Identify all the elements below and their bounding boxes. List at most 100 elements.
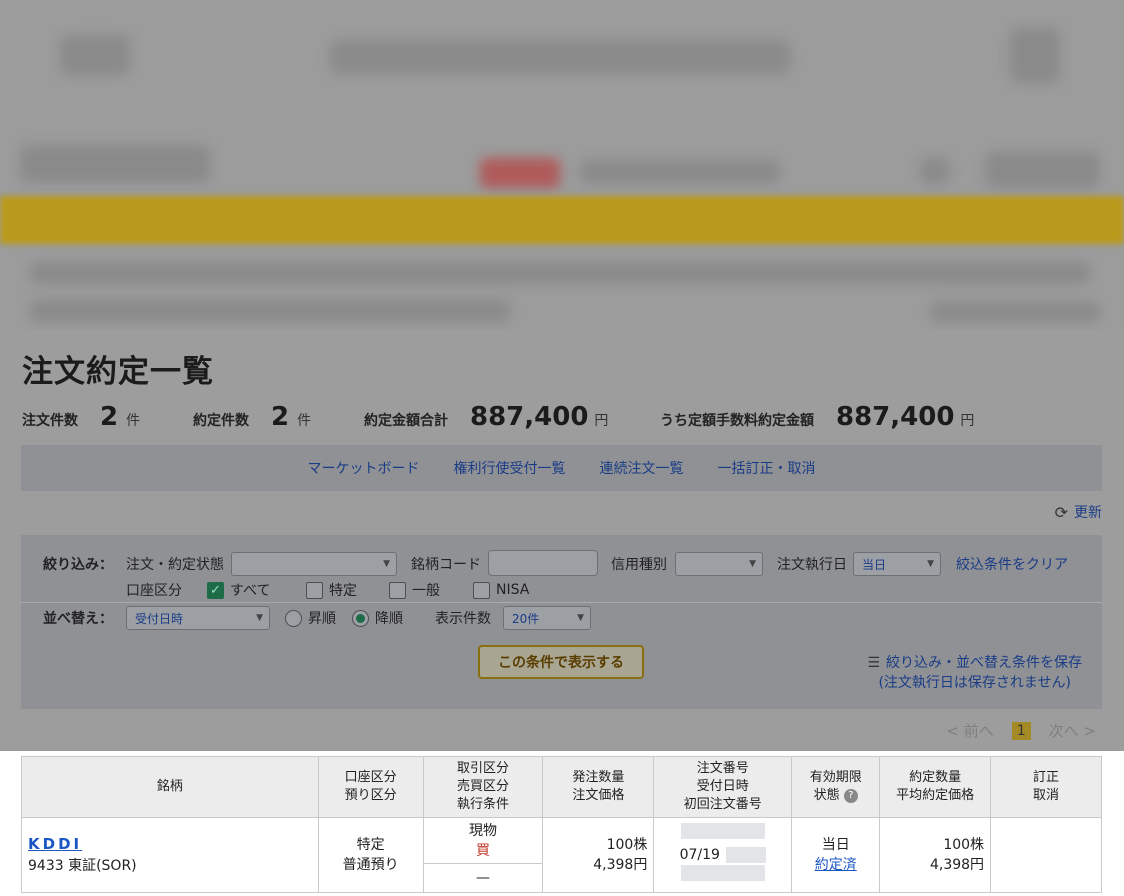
header-trade: 取引区分 売買区分 執行条件 (422, 756, 544, 818)
header-qty: 発注数量 注文価格 (542, 756, 655, 818)
exec-date-select[interactable]: 当日 (853, 552, 941, 576)
header-order-no: 注文番号 受付日時 初回注文番号 (653, 756, 793, 818)
radio-circle (352, 609, 369, 627)
cell-account: 特定 普通預り (317, 817, 424, 893)
refresh-label: 更新 (1074, 505, 1102, 521)
site-header-blurred (0, 0, 1124, 330)
deposit-type: 普通預り (342, 857, 399, 873)
asc-label: 昇順 (308, 611, 336, 627)
help-icon[interactable]: ? (843, 788, 858, 803)
order-count-label: 注文件数 (22, 413, 78, 429)
order-qty: 100株 (606, 837, 648, 853)
total-label: 約定金額合計 (364, 413, 448, 429)
code-label: 銘柄コード (411, 557, 481, 573)
exec-condition: — (475, 870, 490, 886)
account-tokutei-label: 特定 (329, 583, 357, 599)
prev-page-link[interactable]: < 前へ (946, 720, 993, 741)
brand-code: 9433 東証(SOR) (28, 858, 137, 874)
exec-price: 4,398円 (929, 857, 985, 873)
account-all-checkbox[interactable]: ✓ すべて (207, 580, 270, 600)
account-ippan-label: 一般 (412, 583, 440, 599)
clear-filter-link[interactable]: 絞込条件をクリア (956, 554, 1068, 574)
cell-trade: 現物 買 — (422, 817, 544, 893)
cell-edit (990, 817, 1102, 893)
save-filter-note: (注文執行日は保存されません) (878, 675, 1071, 691)
refresh-icon: ⟳ (1054, 502, 1068, 522)
status-link[interactable]: 約定済 (792, 855, 879, 875)
expiry-value: 当日 (821, 837, 850, 853)
cell-order-no: 07/19 (653, 817, 793, 893)
total-unit: 円 (594, 413, 609, 429)
sort-label: 並べ替え： (43, 611, 113, 627)
exec-count: 2 (271, 402, 290, 432)
desc-radio[interactable]: 降順 (352, 608, 403, 628)
brand-link[interactable]: KDDI (28, 835, 318, 853)
apply-filter-button[interactable]: この条件で表示する (478, 645, 644, 679)
exec-date-label: 注文執行日 (777, 557, 847, 573)
received-date: 07/19 (679, 847, 720, 863)
narrow-label: 絞り込み： (43, 557, 113, 573)
code-input[interactable] (488, 550, 598, 576)
total-amount: 887,400 (470, 402, 589, 432)
header-expiry: 有効期限 状態 ? (791, 756, 881, 818)
trade-type: 現物 (468, 822, 497, 839)
credit-select[interactable] (675, 552, 763, 576)
save-filter-link[interactable]: ☰ 絞り込み・並べ替え条件を保存 (注文執行日は保存されません) (867, 653, 1082, 693)
exec-count-unit: 件 (297, 413, 312, 429)
save-filter-label: 絞り込み・並べ替え条件を保存 (886, 655, 1082, 671)
refresh-button[interactable]: ⟳ 更新 (1055, 502, 1102, 522)
sort-select[interactable]: 受付日時 (126, 606, 270, 630)
table-row: KDDI 9433 東証(SOR) 特定 普通預り 現物 買 — 100株 4,… (21, 817, 1102, 893)
status-select[interactable] (231, 552, 397, 576)
status-label: 注文・約定状態 (126, 557, 224, 573)
fixed-fee-label: うち定額手数料約定金額 (660, 413, 814, 429)
nav-continuous-list[interactable]: 連続注文一覧 (600, 458, 684, 478)
account-nisa-label: NISA (496, 582, 530, 598)
count-label: 表示件数 (435, 611, 491, 627)
table-header-row: 銘柄 口座区分 預り区分 取引区分 売買区分 執行条件 発注数量 注文価格 注文番号 受付… (21, 756, 1102, 818)
fixed-fee-amount: 887,400 (836, 402, 955, 432)
checkbox-box (389, 581, 406, 599)
order-count-unit: 件 (126, 413, 141, 429)
filter-panel: 絞り込み： 注文・約定状態 銘柄コード 信用種別 注文執行日 当日 絞込条件をク… (21, 535, 1102, 709)
exec-qty: 100株 (943, 837, 985, 853)
nav-market-board[interactable]: マーケットボード (308, 458, 420, 478)
header-edit: 訂正 取消 (990, 756, 1102, 818)
pagination: < 前へ 1 次へ > (946, 720, 1096, 741)
credit-label: 信用種別 (611, 557, 667, 573)
masked-received-time (725, 847, 766, 863)
masked-first-order-no (680, 865, 765, 881)
account-type: 特定 (356, 837, 385, 853)
order-count: 2 (100, 402, 119, 432)
cell-qty: 100株 4,398円 (542, 817, 655, 893)
nav-rights-list[interactable]: 権利行使受付一覧 (454, 458, 566, 478)
header-account: 口座区分 預り区分 (317, 756, 424, 818)
filter-divider (21, 602, 1102, 603)
count-select[interactable]: 20件 (503, 606, 591, 630)
cell-expiry: 当日 約定済 (791, 817, 881, 893)
account-ippan-checkbox[interactable]: 一般 (389, 580, 440, 600)
header-exec: 約定数量 平均約定価格 (879, 756, 992, 818)
cell-exec: 100株 4,398円 (879, 817, 992, 893)
order-price: 4,398円 (593, 857, 648, 873)
fixed-fee-unit: 円 (960, 413, 975, 429)
nav-bulk-edit[interactable]: 一括訂正・取消 (718, 458, 816, 478)
account-tokutei-checkbox[interactable]: 特定 (306, 580, 357, 600)
sub-nav: マーケットボード 権利行使受付一覧 連続注文一覧 一括訂正・取消 (21, 445, 1102, 491)
check-icon: ✓ (207, 581, 224, 599)
account-nisa-checkbox[interactable]: NISA (473, 581, 530, 599)
order-table: 銘柄 口座区分 預り区分 取引区分 売買区分 執行条件 発注数量 注文価格 注文番号 受付… (21, 756, 1102, 893)
side-type: 買 (475, 842, 490, 859)
order-summary: 注文件数 2 件 約定件数 2 件 約定金額合計 887,400 円 うち定額手… (22, 402, 1102, 438)
current-page: 1 (1011, 721, 1031, 740)
checkbox-box (306, 581, 323, 599)
desc-label: 降順 (375, 611, 403, 627)
account-all-label: すべて (230, 583, 271, 599)
next-page-link[interactable]: 次へ > (1049, 720, 1096, 741)
account-label: 口座区分 (126, 583, 182, 599)
radio-circle (285, 609, 302, 627)
exec-count-label: 約定件数 (193, 413, 249, 429)
page-title: 注文約定一覧 (22, 354, 214, 390)
header-brand: 銘柄 (21, 756, 319, 818)
asc-radio[interactable]: 昇順 (285, 608, 336, 628)
